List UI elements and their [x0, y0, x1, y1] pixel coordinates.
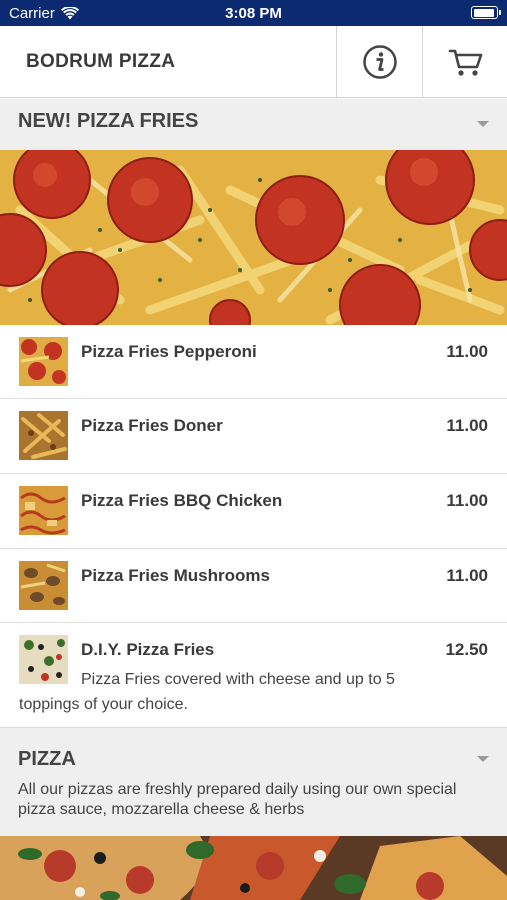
section-header-pizza-fries[interactable]: NEW! PIZZA FRIES [0, 99, 507, 150]
section-description: All our pizzas are freshly prepared dail… [18, 781, 457, 818]
info-icon [362, 45, 397, 79]
cart-icon [448, 49, 482, 76]
battery-level [473, 8, 495, 17]
menu-item[interactable]: Pizza Fries Mushrooms 11.00 [0, 549, 507, 623]
item-thumbnail [19, 411, 68, 460]
item-price: 11.00 [446, 416, 488, 435]
section-title: NEW! PIZZA FRIES [18, 110, 199, 132]
restaurant-title: BODRUM PIZZA [26, 51, 176, 72]
item-name: Pizza Fries Pepperoni [81, 342, 257, 361]
item-name: Pizza Fries Mushrooms [81, 566, 270, 585]
chevron-down-icon [477, 121, 489, 127]
section-header-pizza[interactable]: PIZZA All our pizzas are freshly prepare… [0, 728, 507, 836]
item-price: 11.00 [446, 566, 488, 585]
menu-item[interactable]: Pizza Fries BBQ Chicken 11.00 [0, 474, 507, 549]
menu-item[interactable]: D.I.Y. Pizza Fries 12.50 Pizza Fries cov… [0, 623, 507, 728]
item-name: D.I.Y. Pizza Fries [81, 640, 215, 659]
status-bar: Carrier 3:08 PM [0, 0, 507, 26]
cart-button[interactable] [422, 26, 507, 98]
item-thumbnail [19, 337, 68, 386]
pizza-fries-hero-image [0, 150, 507, 325]
section-title: PIZZA [18, 748, 76, 770]
chevron-down-icon [477, 756, 489, 762]
status-time: 3:08 PM [225, 5, 282, 22]
item-price: 12.50 [445, 640, 488, 659]
item-description: Pizza Fries covered with cheese and up t… [19, 671, 395, 713]
item-price: 11.00 [446, 342, 488, 361]
battery-icon [471, 6, 501, 19]
menu-item[interactable]: Pizza Fries Doner 11.00 [0, 399, 507, 474]
item-thumbnail [19, 561, 68, 610]
nav-bar: BODRUM PIZZA [0, 26, 507, 98]
item-name: Pizza Fries BBQ Chicken [81, 491, 283, 510]
item-price: 11.00 [446, 491, 488, 510]
menu-item[interactable]: Pizza Fries Pepperoni 11.00 [0, 325, 507, 399]
item-thumbnail [19, 486, 68, 535]
info-button[interactable] [336, 26, 422, 98]
item-name: Pizza Fries Doner [81, 416, 223, 435]
pizza-hero-image [0, 836, 507, 900]
